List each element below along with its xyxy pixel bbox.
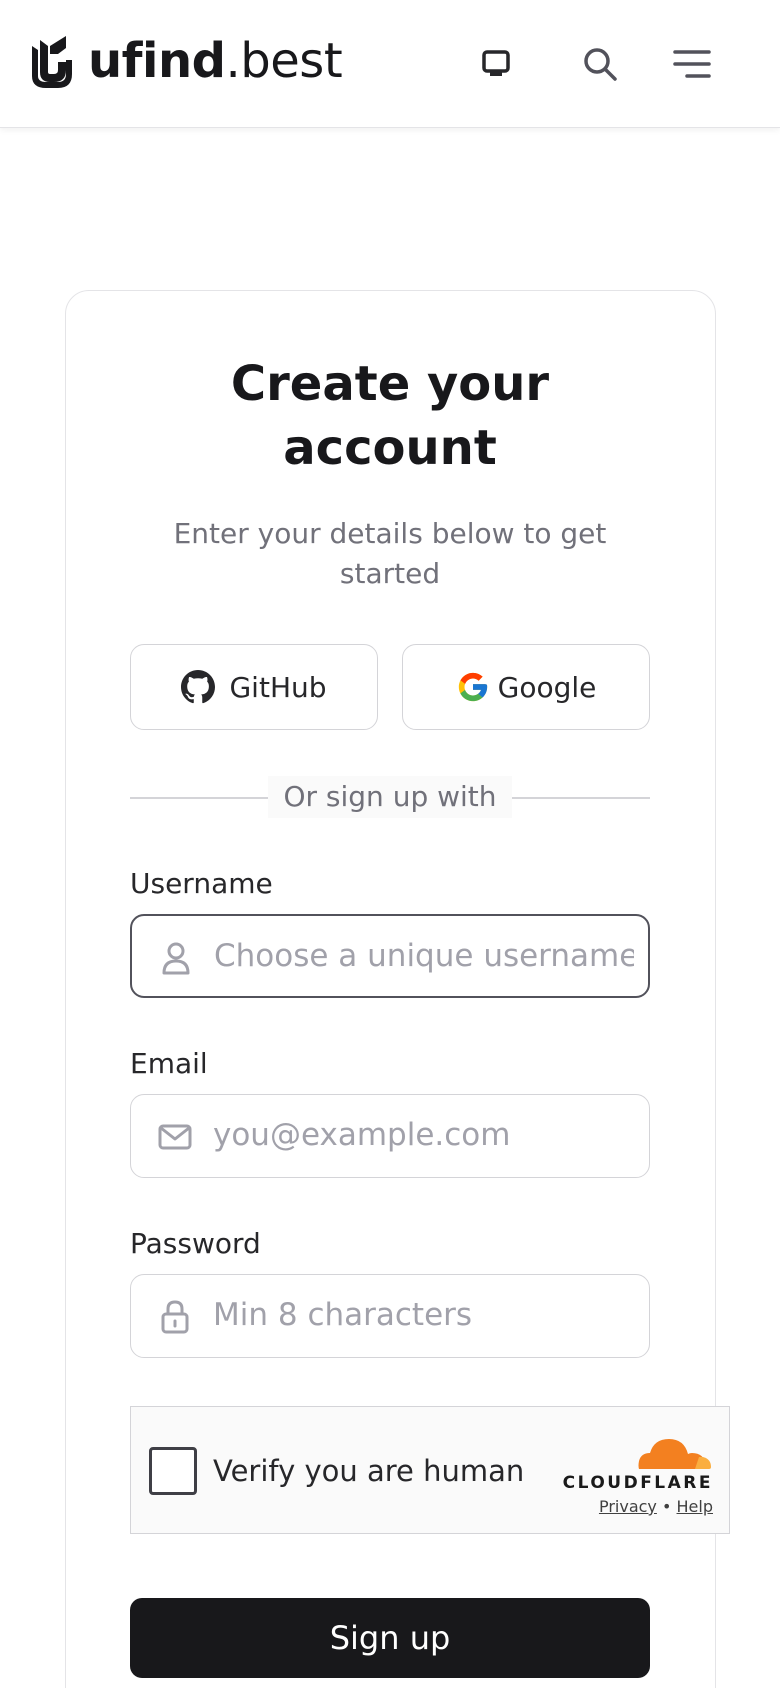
mail-icon	[157, 1119, 193, 1155]
divider-line-left	[130, 797, 268, 799]
cloudflare-wordmark: CLOUDFLARE	[562, 1473, 713, 1493]
monitor-icon[interactable]	[474, 42, 518, 86]
username-field[interactable]	[130, 914, 650, 998]
verify-human-checkbox[interactable]	[149, 1447, 197, 1495]
site-header: ufind.best	[0, 0, 780, 128]
email-input[interactable]	[213, 1095, 633, 1175]
logo-mark-icon	[32, 36, 72, 88]
site-logo[interactable]: ufind.best	[30, 32, 343, 90]
lock-icon	[157, 1299, 193, 1335]
cloudflare-logo: CLOUDFLARE Privacy • Help	[553, 1431, 713, 1516]
menu-icon[interactable]	[670, 42, 714, 86]
page-subtitle: Enter your details below to get started	[173, 517, 607, 590]
help-link[interactable]: Help	[677, 1497, 713, 1516]
privacy-link[interactable]: Privacy	[599, 1497, 657, 1516]
cloudflare-turnstile: Verify you are human CLOUDFLARE Privacy …	[130, 1406, 730, 1534]
password-input[interactable]	[213, 1275, 633, 1355]
google-signup-button[interactable]: Google	[402, 644, 650, 730]
github-icon	[181, 670, 216, 704]
divider-text: Or sign up with	[268, 776, 512, 818]
email-label: Email	[130, 1047, 208, 1080]
signup-button[interactable]: Sign up	[130, 1598, 650, 1678]
search-icon[interactable]	[578, 42, 622, 86]
github-label: GitHub	[229, 670, 327, 704]
email-field[interactable]	[130, 1094, 650, 1178]
password-label: Password	[130, 1227, 261, 1260]
cloudflare-links: Privacy • Help	[553, 1497, 713, 1516]
user-icon	[158, 940, 194, 976]
google-label: Google	[497, 670, 597, 704]
username-input[interactable]	[214, 916, 634, 996]
verify-human-label: Verify you are human	[213, 1454, 525, 1488]
username-label: Username	[130, 867, 273, 900]
cloudflare-cloud-icon	[638, 1439, 711, 1469]
link-separator: •	[661, 1497, 672, 1516]
github-signup-button[interactable]: GitHub	[130, 644, 378, 730]
logo-text: ufind.best	[88, 33, 343, 89]
divider-line-right	[512, 797, 650, 799]
google-icon	[456, 670, 490, 704]
password-field[interactable]	[130, 1274, 650, 1358]
page-title: Create your account	[230, 356, 550, 476]
